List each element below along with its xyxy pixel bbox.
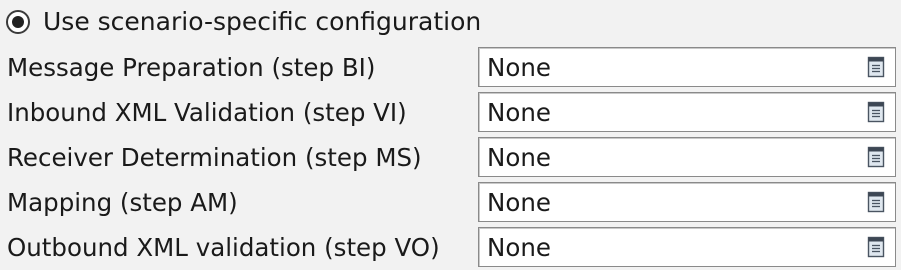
list-dropdown-icon[interactable] <box>867 56 885 78</box>
scenario-specific-label: Use scenario-specific configuration <box>43 7 482 36</box>
inbound-xml-validation-value: None <box>487 98 551 127</box>
config-row-outbound-xml-validation: Outbound XML validation (step VO) None <box>0 225 901 270</box>
config-row-mapping: Mapping (step AM) None <box>0 180 901 225</box>
list-dropdown-icon[interactable] <box>867 191 885 213</box>
config-row-receiver-determination: Receiver Determination (step MS) None <box>0 135 901 180</box>
radio-selected-dot <box>12 16 24 28</box>
outbound-xml-validation-value: None <box>487 233 551 262</box>
mapping-select[interactable]: None <box>478 182 896 222</box>
configuration-rows: Message Preparation (step BI) None Inbou… <box>0 45 901 270</box>
outbound-xml-validation-label: Outbound XML validation (step VO) <box>7 233 440 262</box>
list-dropdown-icon[interactable] <box>867 101 885 123</box>
message-preparation-label: Message Preparation (step BI) <box>7 53 376 82</box>
inbound-xml-validation-label: Inbound XML Validation (step VI) <box>7 98 407 127</box>
inbound-xml-validation-select[interactable]: None <box>478 92 896 132</box>
list-dropdown-icon[interactable] <box>867 236 885 258</box>
message-preparation-value: None <box>487 53 551 82</box>
receiver-determination-value: None <box>487 143 551 172</box>
receiver-determination-label: Receiver Determination (step MS) <box>7 143 422 172</box>
receiver-determination-select[interactable]: None <box>478 137 896 177</box>
message-preparation-select[interactable]: None <box>478 47 896 87</box>
mapping-label: Mapping (step AM) <box>7 188 238 217</box>
config-row-message-preparation: Message Preparation (step BI) None <box>0 45 901 90</box>
scenario-specific-radio[interactable] <box>6 10 30 34</box>
list-dropdown-icon[interactable] <box>867 146 885 168</box>
mapping-value: None <box>487 188 551 217</box>
outbound-xml-validation-select[interactable]: None <box>478 227 896 267</box>
config-row-inbound-xml-validation: Inbound XML Validation (step VI) None <box>0 90 901 135</box>
scenario-specific-option[interactable]: Use scenario-specific configuration <box>6 4 481 40</box>
